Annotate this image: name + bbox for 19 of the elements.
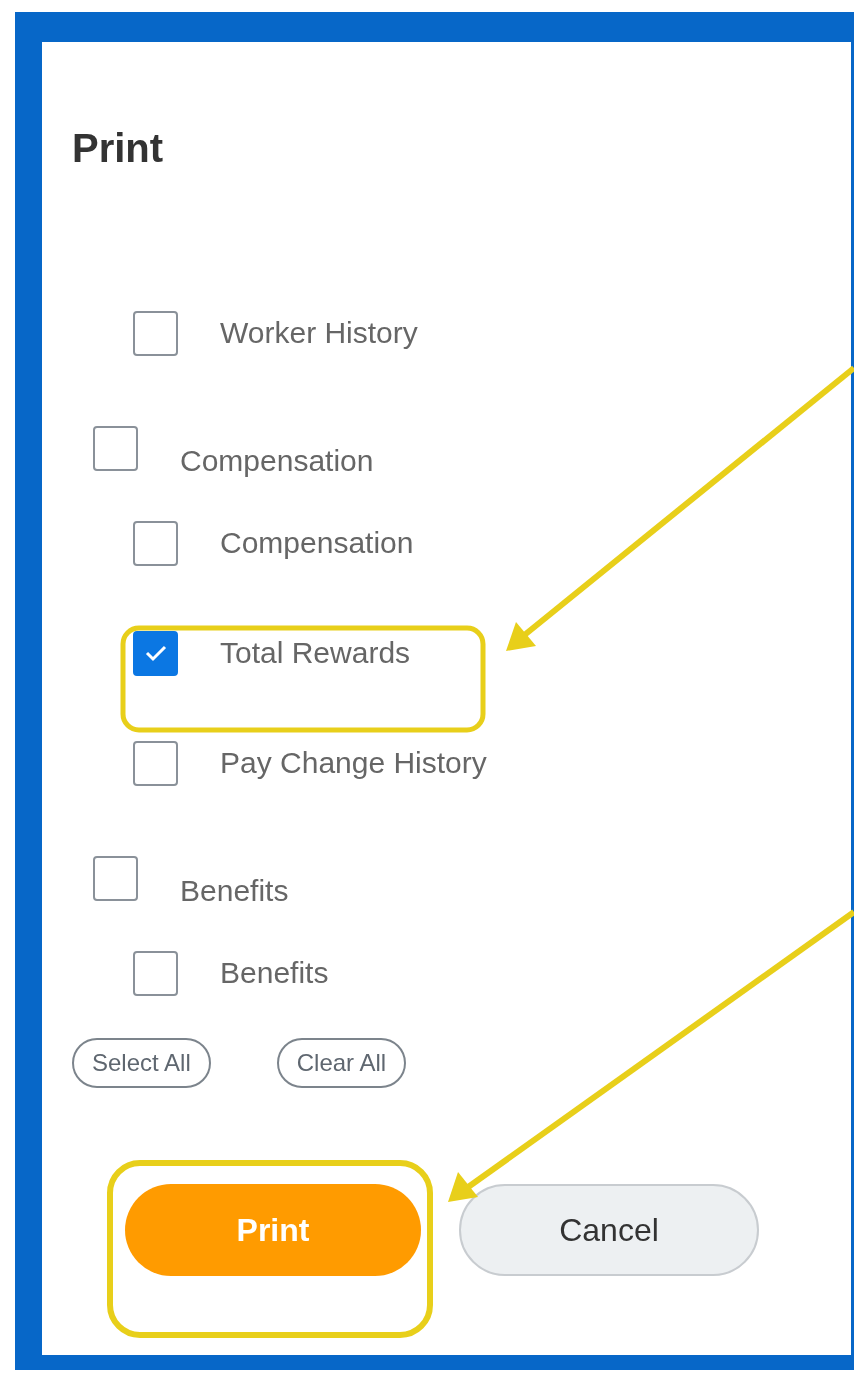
checkbox[interactable] [133, 950, 178, 996]
checkbox[interactable] [133, 520, 178, 566]
checkbox[interactable] [133, 740, 178, 786]
checkbox[interactable] [133, 630, 178, 676]
select-all-button[interactable]: Select All [72, 1038, 211, 1088]
option-label: Compensation [180, 444, 374, 478]
option-label: Worker History [220, 316, 418, 350]
option-label: Compensation [220, 526, 414, 560]
checkbox[interactable] [133, 310, 178, 356]
checkbox[interactable] [93, 425, 138, 471]
option-label: Benefits [180, 874, 289, 908]
checkmark-icon [143, 643, 168, 663]
checkbox[interactable] [93, 855, 138, 901]
dialog-title: Print [72, 125, 164, 172]
clear-all-button[interactable]: Clear All [276, 1038, 407, 1088]
cancel-button[interactable]: Cancel [459, 1184, 759, 1276]
option-label: Benefits [220, 956, 329, 990]
option-label: Pay Change History [220, 746, 487, 780]
option-label: Total Rewards [220, 636, 411, 670]
